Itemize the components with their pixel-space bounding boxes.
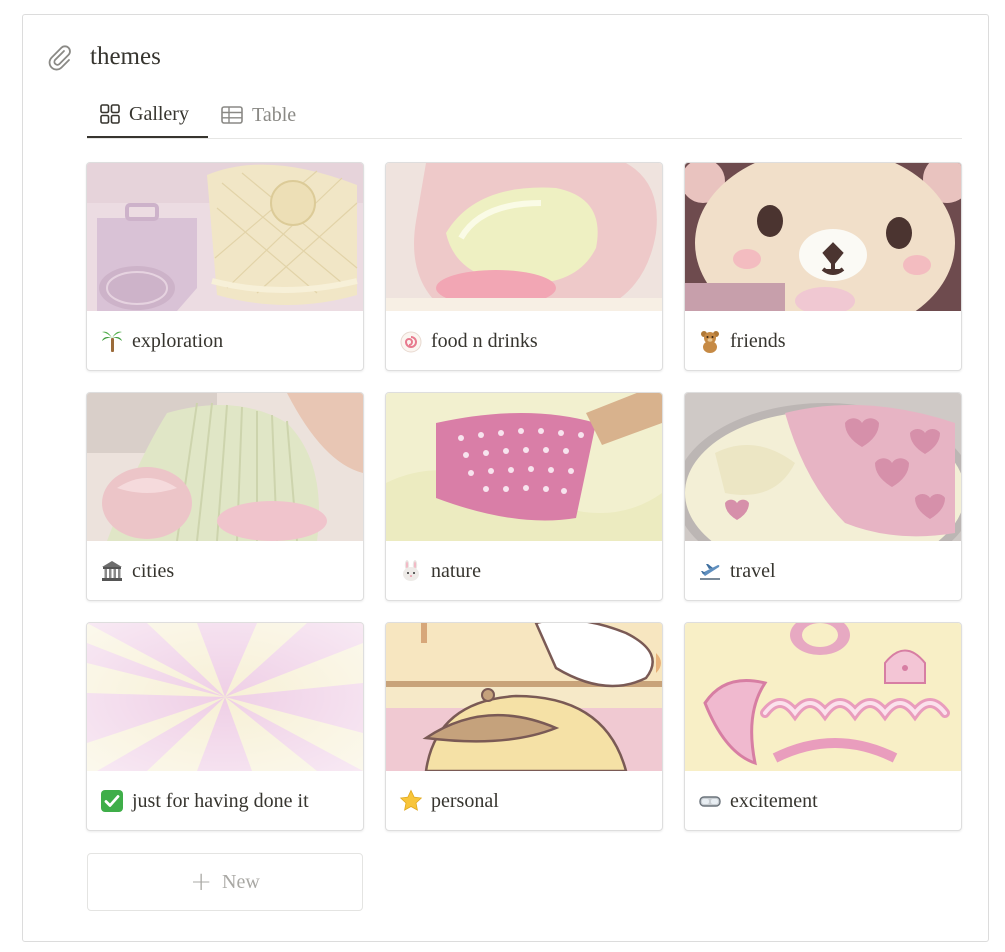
card-title: food n drinks	[431, 329, 538, 352]
check-mark-button-icon	[100, 789, 124, 813]
card-title: just for having done it	[132, 789, 309, 812]
paperclip-icon	[42, 40, 76, 74]
card-title-row: food n drinks	[399, 321, 538, 361]
gallery-grid-icon	[99, 103, 121, 125]
card-title: friends	[730, 329, 786, 352]
card-cover-image	[685, 393, 961, 541]
card-cover-image	[87, 623, 363, 771]
classical-building-icon	[100, 559, 124, 583]
gallery-card-friends[interactable]: friends	[684, 162, 962, 371]
star-icon	[399, 789, 423, 813]
card-title-row: cities	[100, 551, 174, 591]
rabbit-face-icon	[399, 559, 423, 583]
fish-cake-icon	[399, 329, 423, 353]
tab-table-label: Table	[252, 103, 297, 126]
database-title[interactable]: themes	[90, 43, 161, 71]
palm-tree-icon	[100, 329, 124, 353]
card-title-row: nature	[399, 551, 481, 591]
gallery-card-travel[interactable]: travel	[684, 392, 962, 601]
card-title-row: personal	[399, 781, 499, 821]
tab-gallery-label: Gallery	[129, 102, 189, 125]
card-title-row: exploration	[100, 321, 223, 361]
card-cover-image	[386, 623, 662, 771]
database-header: themes	[42, 40, 161, 74]
tab-table[interactable]: Table	[218, 92, 318, 138]
card-title: personal	[431, 789, 499, 812]
card-cover-image	[685, 623, 961, 771]
gallery-card-exploration[interactable]: exploration	[86, 162, 364, 371]
gallery-card-personal[interactable]: personal	[385, 622, 663, 831]
new-card-button[interactable]: + New	[87, 853, 363, 911]
card-title: travel	[730, 559, 776, 582]
plus-icon: +	[190, 867, 213, 897]
card-title-row: just for having done it	[100, 781, 309, 821]
card-cover-image	[386, 393, 662, 541]
gallery-card-food-n-drinks[interactable]: food n drinks	[385, 162, 663, 371]
gallery-card-cities[interactable]: cities	[86, 392, 364, 601]
gallery-card-just-for-having-done-it[interactable]: just for having done it	[86, 622, 364, 831]
card-cover-image	[685, 163, 961, 311]
gallery-card-nature[interactable]: nature	[385, 392, 663, 601]
card-cover-image	[87, 393, 363, 541]
card-title: cities	[132, 559, 175, 582]
card-title-row: excitement	[698, 781, 818, 821]
card-title: nature	[431, 559, 481, 582]
teddy-bear-icon	[698, 329, 722, 353]
card-cover-image	[386, 163, 662, 311]
card-title: excitement	[730, 789, 818, 812]
card-title-row: friends	[698, 321, 786, 361]
new-card-label: New	[222, 870, 260, 893]
card-title: exploration	[132, 329, 224, 352]
gallery-card-excitement[interactable]: excitement	[684, 622, 962, 831]
card-title-row: travel	[698, 551, 776, 591]
table-icon	[220, 104, 244, 126]
card-cover-image	[87, 163, 363, 311]
tab-gallery[interactable]: Gallery	[87, 92, 208, 138]
goggles-icon	[698, 789, 722, 813]
airplane-departure-icon	[698, 559, 722, 583]
view-tabs: Gallery Table	[87, 92, 962, 139]
